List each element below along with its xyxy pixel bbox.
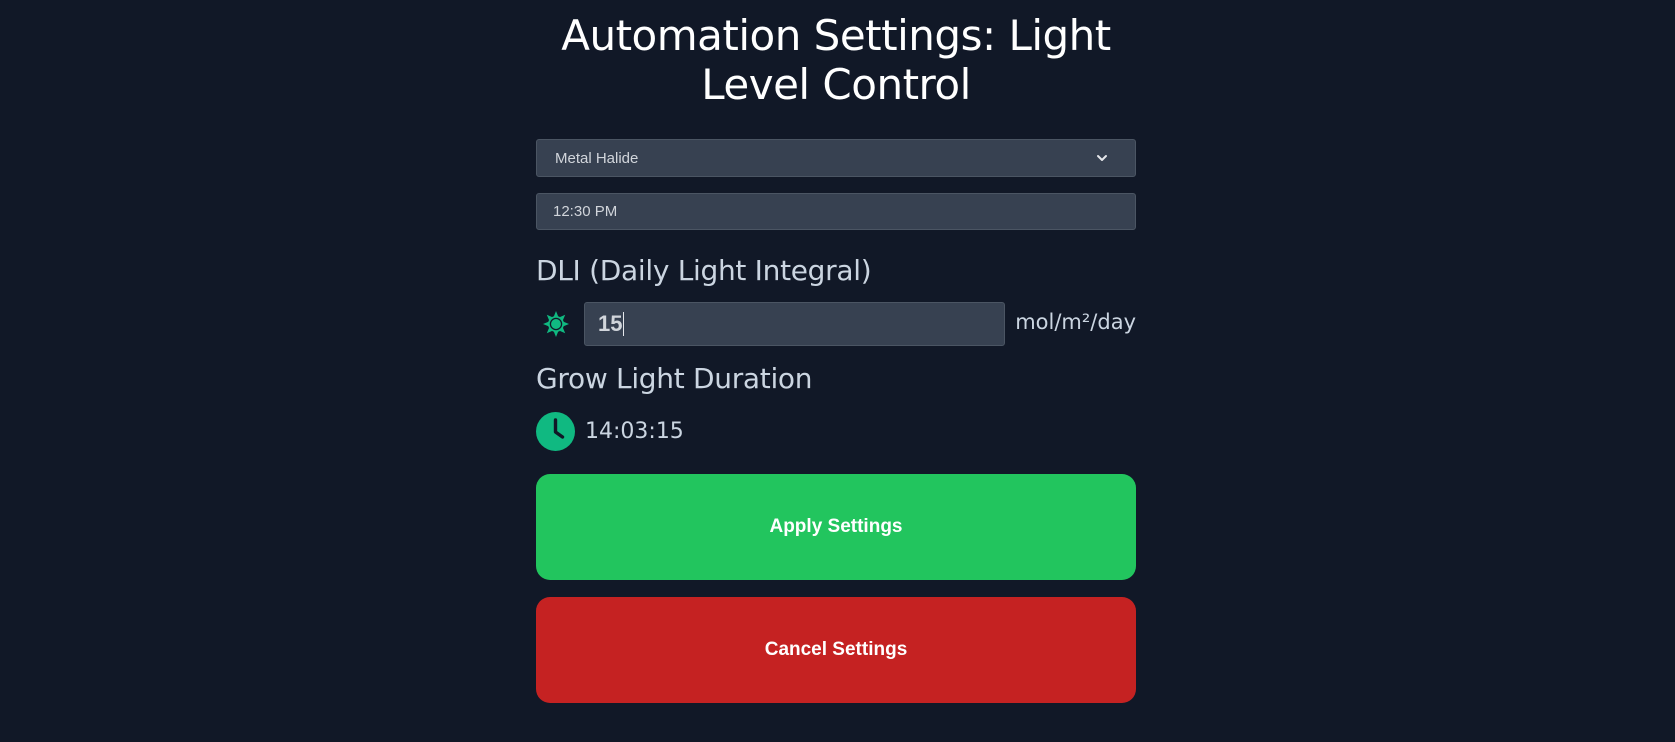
light-type-select[interactable]: Metal Halide	[536, 139, 1136, 177]
time-input[interactable]: 12:30 PM	[536, 193, 1136, 230]
chevron-down-icon	[1097, 155, 1107, 161]
grow-light-duration-label: Grow Light Duration	[536, 362, 813, 395]
dli-input[interactable]: 15	[584, 302, 1005, 346]
duration-value: 14:03:15	[585, 418, 684, 444]
text-cursor	[623, 312, 625, 336]
dli-unit: mol/m²/day	[1015, 310, 1136, 334]
page-title: Automation Settings: Light Level Control	[561, 11, 1111, 109]
apply-settings-button[interactable]: Apply Settings	[536, 474, 1136, 580]
dli-label: DLI (Daily Light Integral)	[536, 254, 872, 287]
dli-input-value: 15	[598, 311, 623, 336]
cancel-settings-button[interactable]: Cancel Settings	[536, 597, 1136, 703]
time-input-value: 12:30 PM	[553, 203, 618, 220]
light-type-selected-value: Metal Halide	[555, 149, 639, 167]
duration-row: 14:03:15	[536, 411, 684, 451]
sun-icon	[543, 311, 569, 337]
dli-row: 15 mol/m²/day	[536, 302, 1136, 346]
settings-panel: Automation Settings: Light Level Control…	[536, 0, 1136, 703]
clock-icon	[536, 411, 575, 451]
